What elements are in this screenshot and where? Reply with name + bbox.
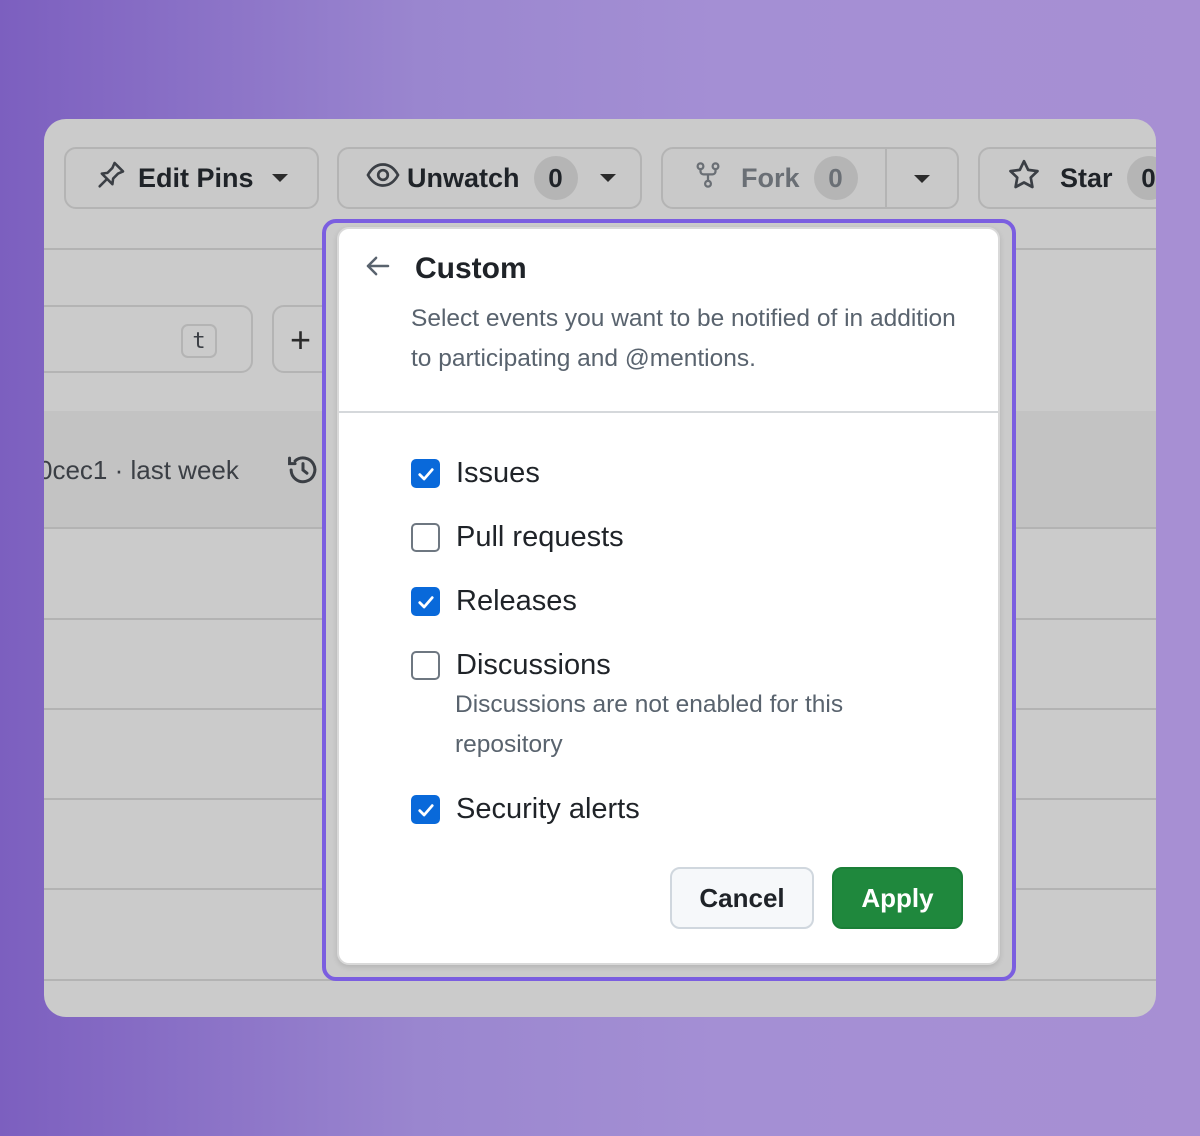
fork-label[interactable]: Fork (741, 163, 800, 194)
chevron-down-icon (271, 174, 288, 182)
checkbox-unchecked-icon[interactable] (411, 651, 440, 680)
popover-title: Custom (415, 251, 527, 285)
checkbox-checked-icon[interactable] (411, 459, 440, 488)
option-releases[interactable]: Releases (411, 585, 577, 618)
popover-subtitle: Select events you want to be notified of… (411, 305, 956, 372)
commit-info: 0cec1 · last week (44, 455, 239, 485)
star-counter: 0 (1126, 156, 1156, 200)
custom-notifications-popover: Custom Select events you want to be noti… (337, 227, 1000, 965)
edit-pins-label: Edit Pins (138, 162, 254, 193)
popover-header: Custom (363, 251, 527, 286)
eye-icon (365, 157, 401, 200)
option-label: Pull requests (456, 521, 624, 553)
fork-dropdown-chevron-icon[interactable] (914, 175, 930, 183)
checkbox-unchecked-icon[interactable] (411, 523, 440, 552)
history-icon[interactable] (284, 451, 322, 494)
star-icon (1006, 157, 1042, 200)
pin-icon (94, 158, 128, 199)
edit-pins-button[interactable]: Edit Pins (64, 147, 319, 209)
star-button[interactable]: Star 0 (978, 147, 1156, 209)
option-label: Issues (456, 457, 540, 489)
unwatch-label: Unwatch (407, 162, 520, 193)
unwatch-counter: 0 (533, 156, 578, 200)
fork-divider (885, 149, 887, 207)
apply-button[interactable]: Apply (832, 867, 963, 929)
fork-counter: 0 (813, 156, 858, 200)
discussions-disabled-note: Discussions are not enabled for this rep… (455, 691, 844, 758)
option-label: Security alerts (456, 793, 640, 825)
fork-button-group: Fork 0 (661, 147, 959, 209)
checkbox-checked-icon[interactable] (411, 587, 440, 616)
option-discussions[interactable]: Discussions (411, 649, 611, 682)
option-issues[interactable]: Issues (411, 457, 540, 490)
unwatch-button[interactable]: Unwatch 0 (337, 147, 642, 209)
star-label: Star (1060, 162, 1113, 193)
chevron-down-icon (599, 174, 616, 182)
option-security-alerts[interactable]: Security alerts (411, 793, 640, 826)
option-label: Releases (456, 585, 577, 617)
go-to-file-input[interactable]: t (44, 305, 253, 373)
keyboard-shortcut-badge: t (181, 324, 217, 358)
cancel-button[interactable]: Cancel (670, 867, 814, 929)
option-pull-requests[interactable]: Pull requests (411, 521, 624, 554)
back-arrow-icon[interactable] (363, 251, 393, 286)
fork-icon (693, 158, 723, 199)
checkbox-checked-icon[interactable] (411, 795, 440, 824)
option-label: Discussions (456, 649, 611, 681)
popover-divider (339, 411, 998, 413)
